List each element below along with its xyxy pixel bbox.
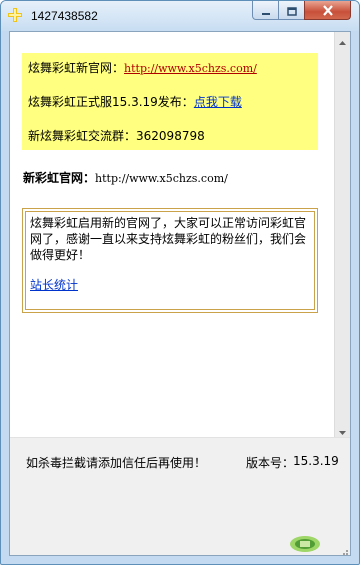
scroll-up-button[interactable] <box>335 32 350 47</box>
maximize-icon <box>286 1 297 20</box>
main-window: 1427438582 炫舞彩虹新官网：http://www.x5chzs.com… <box>0 0 360 565</box>
title-bar[interactable]: 1427438582 <box>1 1 359 31</box>
promo-group-row: 新炫舞彩虹交流群：362098798 <box>28 127 205 144</box>
window-title: 1427438582 <box>31 9 98 23</box>
notice-text: 炫舞彩虹启用新的官网了，大家可以正常访问彩虹官网了，感谢一直以来支持炫舞彩虹的粉… <box>30 216 307 262</box>
maximize-button[interactable] <box>278 1 305 20</box>
stats-link[interactable]: 站长统计 <box>30 277 78 293</box>
arrow-up-icon <box>339 32 346 49</box>
version-value: 15.3.19 <box>293 454 339 468</box>
antivirus-warning: 如杀毒拦截请添加信任后再使用！ <box>26 456 207 470</box>
promo-panel: 炫舞彩虹新官网：http://www.x5chzs.com/ 炫舞彩虹正式服15… <box>22 53 318 150</box>
scroll-down-button[interactable] <box>335 422 350 437</box>
promo-site-link[interactable]: http://www.x5chzs.com/ <box>124 62 257 75</box>
promo-group-number: 362098798 <box>136 129 205 143</box>
promo-release-label: 炫舞彩虹正式服15.3.19发布： <box>28 95 194 109</box>
notice-content: 炫舞彩虹启用新的官网了，大家可以正常访问彩虹官网了，感谢一直以来支持炫舞彩虹的粉… <box>25 211 315 310</box>
watermark-logo <box>288 532 322 554</box>
official-site-url: http://www.x5chzs.com/ <box>95 172 228 185</box>
promo-site-row: 炫舞彩虹新官网：http://www.x5chzs.com/ <box>28 59 257 76</box>
notice-panel: 炫舞彩虹启用新的官网了，大家可以正常访问彩虹官网了，感谢一直以来支持炫舞彩虹的粉… <box>22 208 318 313</box>
close-icon <box>322 1 334 20</box>
official-site-label: 新彩虹官网： <box>23 171 96 185</box>
promo-group-label: 新炫舞彩虹交流群： <box>28 129 137 143</box>
minimize-icon <box>261 1 271 20</box>
version-label: 版本号： <box>246 456 295 470</box>
promo-site-label: 炫舞彩虹新官网： <box>28 61 125 75</box>
download-link[interactable]: 点我下载 <box>194 95 242 109</box>
content-area: 炫舞彩虹新官网：http://www.x5chzs.com/ 炫舞彩虹正式服15… <box>9 31 351 556</box>
resize-grip-icon[interactable] <box>338 543 348 555</box>
promo-release-row: 炫舞彩虹正式服15.3.19发布：点我下载 <box>28 93 242 110</box>
close-button[interactable] <box>304 1 351 20</box>
minimize-button[interactable] <box>252 1 279 20</box>
official-site-row: 新彩虹官网：http://www.x5chzs.com/ <box>23 169 228 186</box>
vertical-scrollbar[interactable] <box>334 32 350 437</box>
plus-sparkle-icon <box>7 7 23 23</box>
